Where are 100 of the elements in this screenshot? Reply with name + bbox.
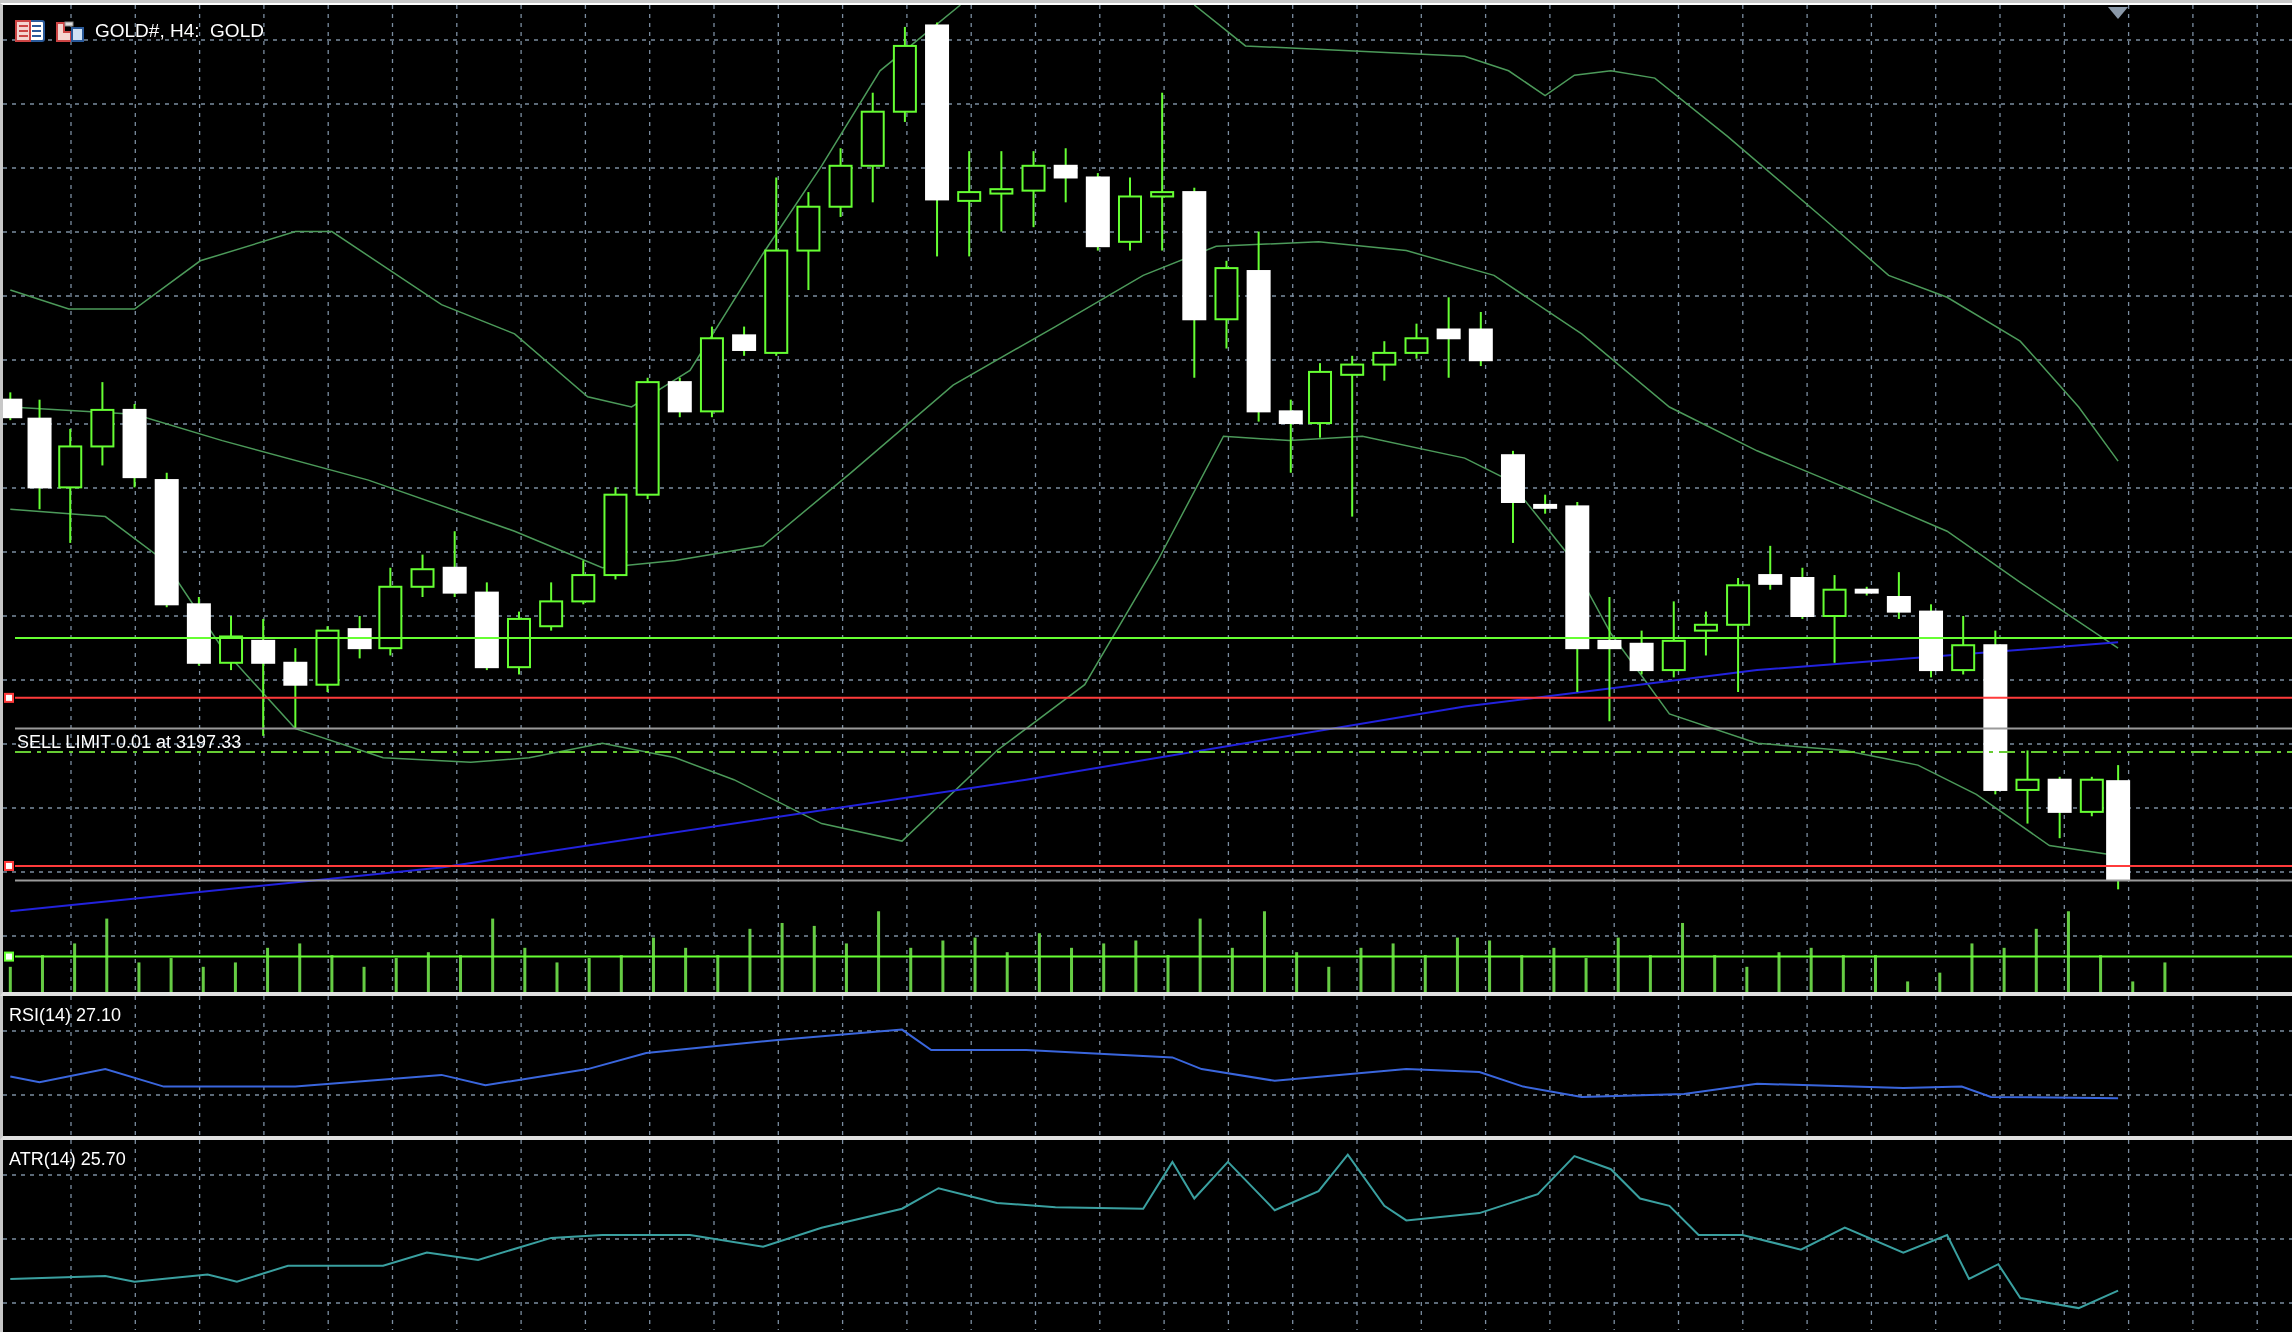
volume-bar (73, 943, 77, 992)
candlestick (1372, 340, 1397, 382)
candlestick (539, 581, 564, 632)
candlestick (1790, 566, 1815, 620)
chart-shift-marker-icon[interactable] (2108, 7, 2128, 19)
volume-bar (941, 940, 945, 992)
volume-bar (844, 943, 848, 992)
volume-bar (1037, 933, 1041, 992)
volume-bar (812, 925, 816, 992)
volume-bar (2002, 947, 2006, 992)
volume-bar (1906, 981, 1910, 992)
volume-bar (1102, 943, 1106, 992)
sell-limit-order-line[interactable] (14, 750, 2292, 753)
volume-bar (555, 962, 559, 992)
candlestick (1404, 322, 1429, 360)
volume-bar (1584, 958, 1588, 992)
volume-bar (8, 966, 12, 992)
volume-bar (1070, 947, 1074, 992)
volume-bar (1970, 943, 1974, 992)
volume-bar (233, 962, 237, 992)
volume-bar (909, 947, 913, 992)
candlestick (1758, 544, 1783, 591)
candlestick (2079, 775, 2104, 818)
volume-bar (394, 958, 398, 992)
candlestick (442, 530, 467, 598)
volume-bar (1295, 952, 1299, 992)
volume-bar (1809, 947, 1813, 992)
candlestick (1533, 493, 1558, 515)
candlestick (1693, 610, 1718, 657)
volume-bar (1134, 940, 1138, 992)
volume-bar (716, 955, 720, 992)
volume-bar (169, 958, 173, 992)
candlestick (732, 325, 757, 357)
volume-bar (1005, 952, 1009, 992)
candlestick (507, 610, 531, 676)
table-icon[interactable] (15, 20, 45, 43)
volume-bar (1681, 922, 1685, 992)
indicator-label: RSI(14) 27.10 (9, 1004, 122, 1027)
volume-bar (1713, 955, 1717, 992)
volume-bar (748, 928, 752, 992)
volume-bar (1166, 955, 1170, 992)
volume-bar (1520, 955, 1524, 992)
chart-title: GOLD#, H4: GOLD (95, 19, 264, 43)
take-profit-line[interactable] (14, 864, 2292, 867)
volume-bar (298, 943, 302, 992)
volume-bar (1874, 955, 1877, 992)
candlestick (347, 615, 372, 660)
volume-bar (1841, 955, 1845, 992)
volume-bar (1648, 955, 1652, 992)
indicator-label: ATR(14) 25.70 (9, 1148, 126, 1171)
volume-bar (2163, 962, 2167, 992)
candlestick (1854, 585, 1879, 597)
candlestick (2047, 775, 2072, 840)
candlestick (219, 615, 244, 672)
candlestick (667, 376, 692, 419)
volume-bar (426, 952, 430, 992)
line-handle-icon[interactable] (4, 692, 14, 703)
candlestick (1468, 310, 1493, 368)
volume-bar (780, 922, 784, 992)
volume-bar (2099, 955, 2103, 992)
volume-bar (1359, 947, 1363, 992)
candlestick (828, 147, 853, 218)
candlestick (571, 559, 596, 606)
volume-bar (1391, 943, 1395, 992)
volume-bar (1488, 940, 1492, 992)
candlestick (1053, 147, 1078, 204)
volume-bar (362, 966, 366, 992)
bid-level-line[interactable] (14, 636, 2292, 639)
candlestick (410, 553, 435, 598)
volume-bar (266, 947, 270, 992)
candlestick (1951, 615, 1976, 676)
volume-bar (459, 955, 462, 992)
candlestick (315, 625, 340, 693)
line-handle-icon[interactable] (4, 860, 14, 871)
volume-bar (201, 966, 205, 992)
volume-bar (1327, 966, 1331, 992)
candlestick (1886, 571, 1911, 620)
volume-bar (1938, 972, 1942, 992)
volume-bar (1455, 937, 1459, 992)
chart-window-icon[interactable] (55, 20, 85, 43)
stop-loss-line[interactable] (14, 696, 2292, 699)
volume-bar (1745, 966, 1749, 992)
volume-bar (40, 955, 44, 992)
order-label: SELL LIMIT 0.01 at 3197.33 (17, 731, 242, 754)
volume-bar (1777, 952, 1781, 992)
volume-bar (619, 955, 623, 992)
volume-bar (2131, 981, 2135, 992)
candlestick (1629, 629, 1654, 676)
volume-bar (2034, 928, 2038, 992)
volume-level-line[interactable] (14, 955, 2292, 958)
volume-bar (973, 937, 977, 992)
volume-bar (330, 955, 334, 992)
volume-bar (137, 962, 141, 992)
volume-bar (1616, 937, 1620, 992)
volume-bar (523, 947, 527, 992)
volume-bar (684, 947, 688, 992)
volume-bar (651, 937, 655, 992)
volume-bar (1423, 955, 1427, 992)
volume-bar (587, 958, 591, 992)
candlestick (3, 391, 23, 422)
